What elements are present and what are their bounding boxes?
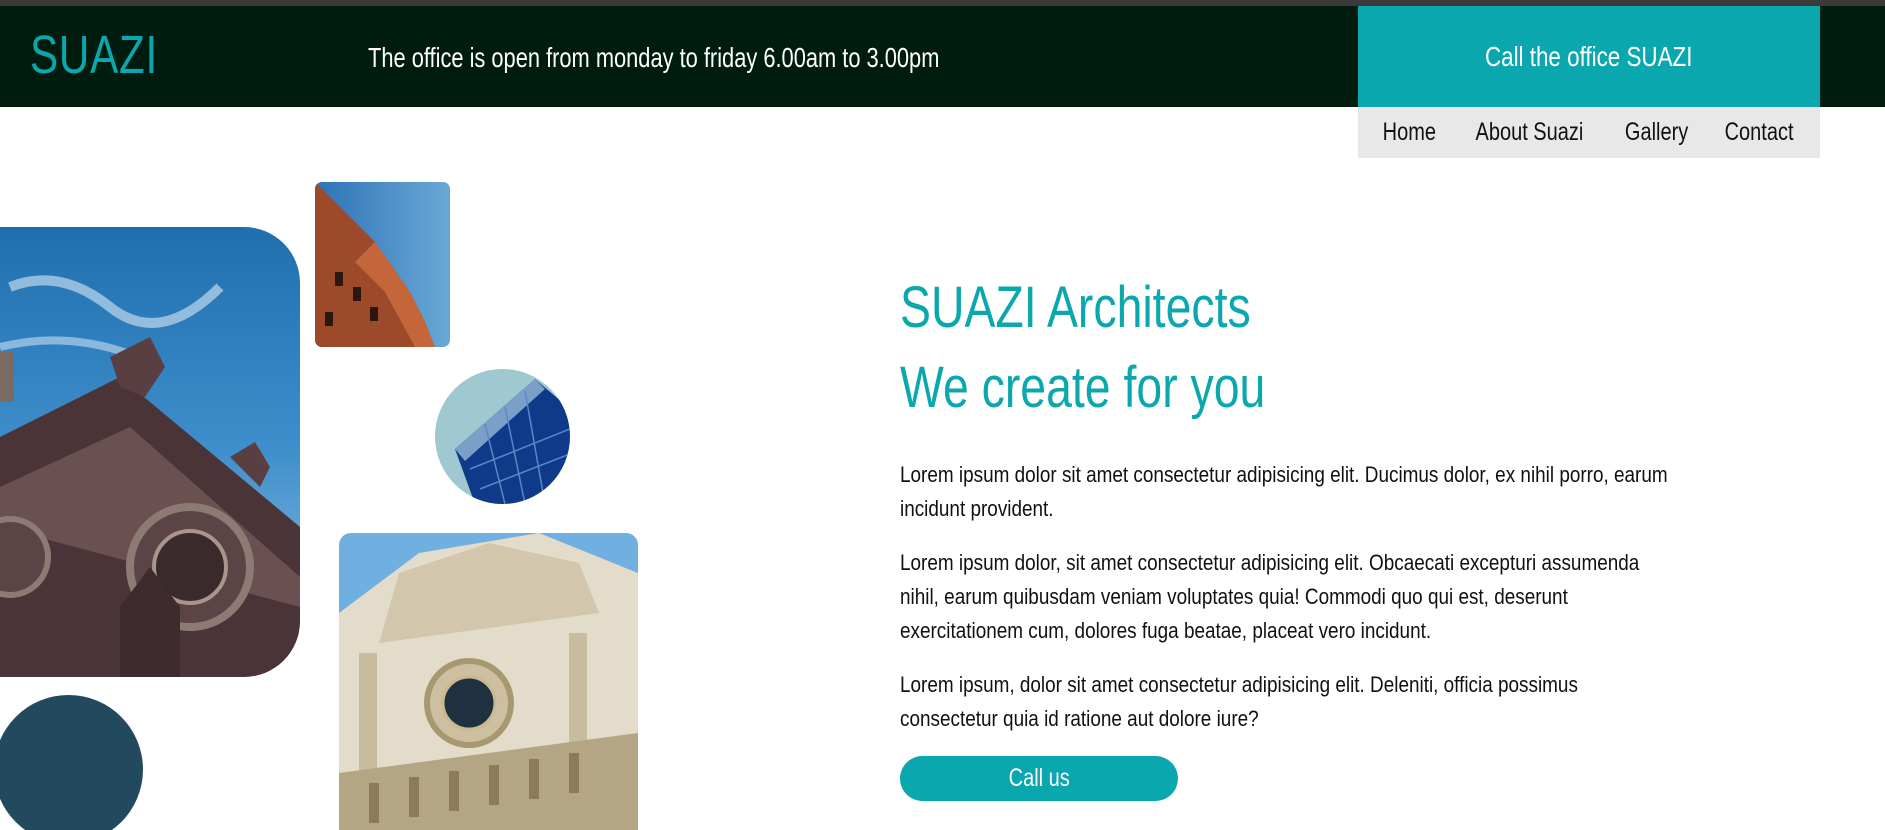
hero-title: SUAZI Architects (900, 275, 1251, 340)
call-us-label: Call us (1008, 764, 1070, 792)
hero-paragraph-2: Lorem ipsum dolor, sit amet consectetur … (900, 550, 1640, 643)
call-us-button[interactable]: Call us (900, 756, 1178, 801)
nav-label-about: About Suazi (1475, 118, 1584, 146)
hero-text: Lorem ipsum dolor sit amet consectetur a… (900, 458, 1720, 756)
glass-building-photo (435, 369, 570, 504)
hero-subtitle: We create for you (900, 355, 1266, 420)
decorative-dark-circle (0, 695, 143, 830)
office-hours-text: The office is open from monday to friday… (368, 42, 940, 73)
nav-label-home: Home (1382, 118, 1436, 146)
church-photo (0, 227, 300, 677)
baroque-facade-photo (339, 533, 638, 830)
nav-item-gallery[interactable]: Gallery (1617, 118, 1696, 147)
nav-label-gallery: Gallery (1624, 118, 1689, 146)
nav-item-contact[interactable]: Contact (1716, 118, 1802, 147)
call-office-label: Call the office SUAZI (1485, 40, 1693, 72)
site-logo[interactable]: SUAZI (30, 24, 158, 86)
nav-label-contact: Contact (1724, 118, 1794, 146)
hero-paragraph-1: Lorem ipsum dolor sit amet consectetur a… (900, 462, 1668, 521)
tower-photo (315, 182, 450, 347)
hero-heading: SUAZI Architects We create for you (900, 268, 1680, 428)
nav-item-about[interactable]: About Suazi (1462, 118, 1597, 147)
call-office-button[interactable]: Call the office SUAZI (1358, 6, 1820, 107)
nav-item-home[interactable]: Home (1376, 118, 1443, 147)
main-nav: Home About Suazi Gallery Contact (1358, 107, 1820, 158)
hero-paragraph-3: Lorem ipsum, dolor sit amet consectetur … (900, 672, 1578, 731)
